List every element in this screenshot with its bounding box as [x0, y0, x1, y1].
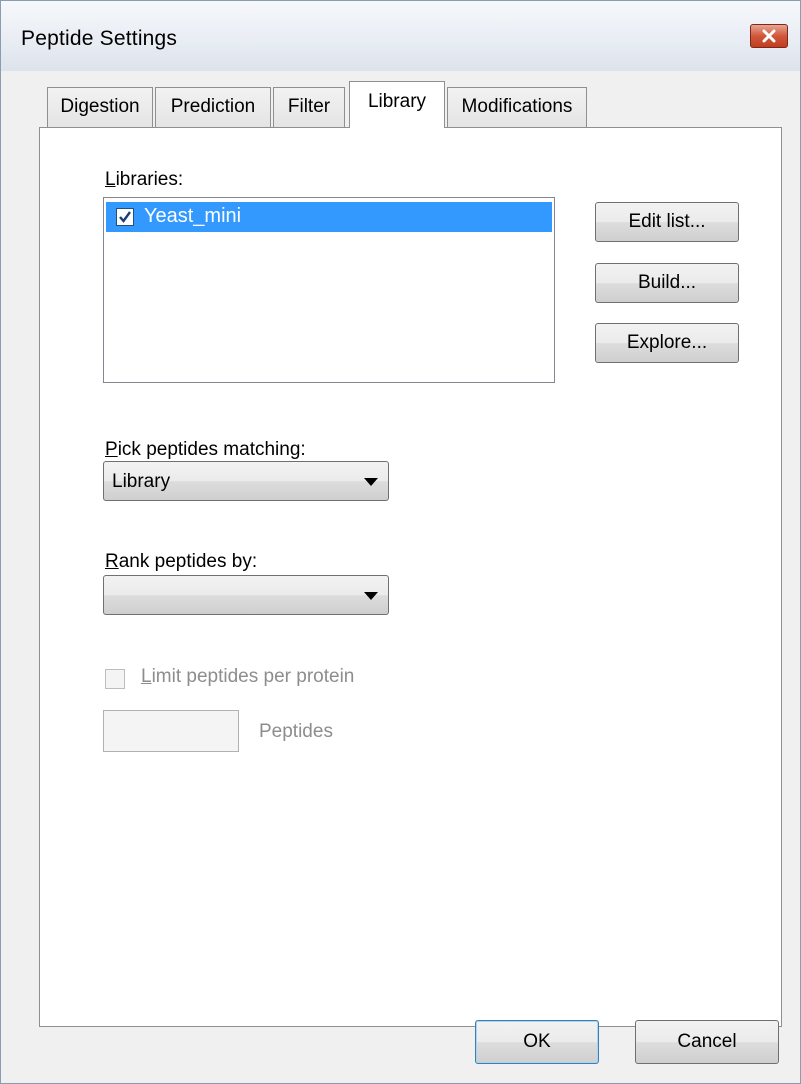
chevron-down-icon [364, 592, 378, 600]
chevron-down-icon [364, 478, 378, 486]
checkmark-icon [119, 211, 131, 223]
pick-peptides-value: Library [112, 471, 171, 492]
pick-peptides-select[interactable]: Library [103, 461, 389, 501]
library-name: Yeast_mini [144, 205, 242, 227]
rank-peptides-select[interactable] [103, 575, 389, 615]
list-item[interactable]: Yeast_mini [106, 202, 552, 232]
ok-button[interactable]: OK [475, 1020, 599, 1064]
limit-peptides-label: Limit peptides per protein [141, 666, 355, 687]
cancel-button[interactable]: Cancel [635, 1020, 779, 1064]
peptides-unit-label: Peptides [259, 721, 333, 742]
peptides-count-input[interactable] [103, 710, 239, 752]
libraries-list[interactable]: Yeast_mini [103, 197, 555, 383]
libraries-label: Libraries: [105, 169, 184, 190]
rank-peptides-label: Rank peptides by: [105, 551, 258, 572]
edit-list-button[interactable]: Edit list... [595, 202, 739, 242]
library-checkbox[interactable] [116, 208, 134, 226]
build-button[interactable]: Build... [595, 263, 739, 303]
peptide-settings-dialog: Peptide Settings Digestion Prediction Fi… [0, 0, 801, 1084]
limit-peptides-checkbox[interactable] [105, 669, 125, 689]
library-tab-content: Libraries: Yeast_mini Edit list... Build… [1, 1, 800, 1083]
pick-peptides-label: Pick peptides matching: [105, 439, 306, 460]
explore-button[interactable]: Explore... [595, 323, 739, 363]
